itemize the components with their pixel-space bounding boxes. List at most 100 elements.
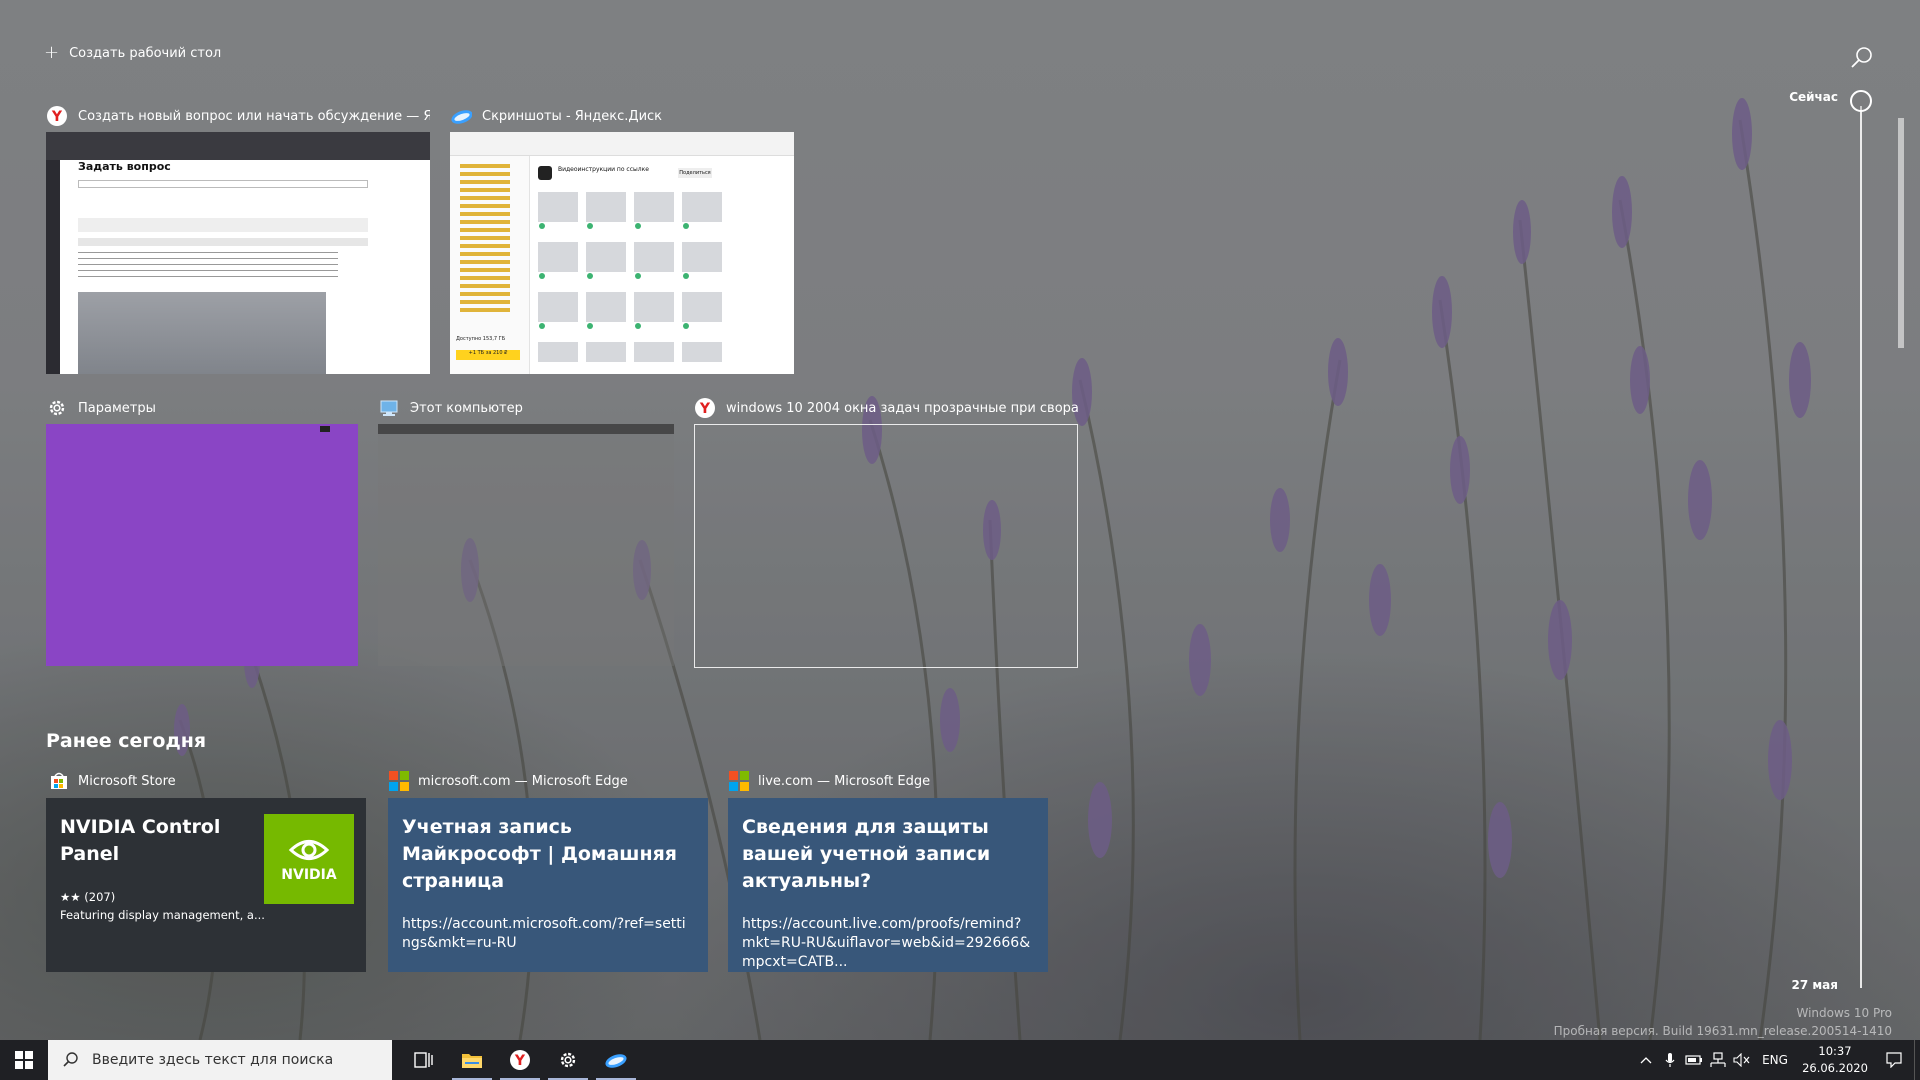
search-placeholder: Введите здесь текст для поиска	[92, 1052, 334, 1068]
clock[interactable]: 10:37 26.06.2020	[1796, 1043, 1874, 1077]
svg-text:Y: Y	[51, 109, 63, 125]
plus-icon: +	[44, 42, 60, 63]
action-center-icon[interactable]	[1874, 1040, 1914, 1080]
window-controls	[320, 426, 330, 432]
page-heading: Задать вопрос	[78, 160, 171, 173]
window-title: Этот компьютер	[410, 400, 523, 416]
svg-text:Y: Y	[514, 1053, 526, 1069]
microsoft-logo-icon	[728, 770, 750, 792]
taskbar-settings[interactable]	[544, 1040, 592, 1080]
window-yandex-disk[interactable]: Скриншоты - Яндекс.Диск	[450, 104, 794, 128]
text-lines	[78, 252, 338, 282]
window-title: Создать новый вопрос или начать обсужден…	[78, 108, 430, 124]
timeline-track[interactable]	[1860, 106, 1862, 988]
card-url: https://account.microsoft.com/?ref=setti…	[402, 916, 686, 951]
explorer-ribbon	[450, 132, 794, 156]
timeline-now-label: Сейчас	[1789, 90, 1838, 104]
computer-icon	[378, 397, 400, 419]
window-title: windows 10 2004 окна задач прозрачные пр…	[726, 400, 1078, 416]
microsoft-logo-icon	[388, 770, 410, 792]
activity-source-label: Microsoft Store	[78, 773, 176, 789]
battery-icon[interactable]	[1682, 1040, 1706, 1080]
microphone-icon[interactable]	[1658, 1040, 1682, 1080]
yandex-browser-icon: Y	[510, 1050, 530, 1070]
window-yandex-question[interactable]: Y Создать новый вопрос или начать обсужд…	[46, 104, 430, 128]
activity-source-label: microsoft.com — Microsoft Edge	[418, 773, 628, 789]
speaker-muted-icon[interactable]	[1730, 1040, 1754, 1080]
yandex-browser-icon: Y	[46, 105, 68, 127]
nvidia-logo: NVIDIA	[264, 814, 354, 904]
microsoft-store-icon	[48, 770, 70, 792]
editor-toolbar	[78, 238, 368, 246]
folder-icon	[462, 1054, 482, 1068]
buy-storage-button: +1 ТБ за 210 ₽	[456, 350, 520, 360]
language-indicator[interactable]: ENG	[1754, 1040, 1796, 1080]
window-this-pc[interactable]: Этот компьютер	[378, 396, 674, 420]
card-title: Учетная запись Майкрософт | Домашняя стр…	[402, 816, 677, 892]
window-thumbnail-yandex-transparent[interactable]	[694, 424, 1078, 668]
new-desktop-label: Создать рабочий стол	[69, 45, 222, 61]
title-field	[78, 180, 368, 188]
section-earlier-today: Ранее сегодня	[46, 730, 207, 752]
taskbar-yandex-browser[interactable]: Y	[496, 1040, 544, 1080]
task-view-button[interactable]	[400, 1040, 448, 1080]
yandex-disk-icon	[605, 1054, 627, 1068]
card-title: NVIDIA Control Panel	[60, 816, 221, 865]
taskbar: Введите здесь текст для поиска Y ENG 10:…	[0, 1040, 1920, 1080]
file-grid	[538, 192, 778, 362]
nvidia-logo-text: NVIDIA	[281, 867, 337, 883]
svg-text:Y: Y	[699, 401, 711, 417]
timeline-now-marker[interactable]	[1850, 90, 1872, 112]
card-title: Сведения для защиты вашей учетной записи…	[742, 816, 991, 892]
activity-card-nvidia[interactable]: NVIDIA Control Panel NVIDIA ★★ (207) Fea…	[46, 798, 366, 972]
new-desktop-button[interactable]: + Создать рабочий стол	[44, 44, 221, 62]
window-thumbnail-settings[interactable]	[46, 424, 358, 666]
storage-quota: Доступно 153,7 ГБ	[456, 336, 506, 342]
browser-sidebar	[46, 160, 60, 374]
clock-date: 26.06.2020	[1802, 1061, 1868, 1075]
activity-source: microsoft.com — Microsoft Edge	[388, 770, 628, 792]
taskbar-yandex-disk[interactable]	[592, 1040, 640, 1080]
task-view-icon	[414, 1052, 433, 1068]
window-titlebar	[378, 424, 674, 434]
taskbar-search-box[interactable]: Введите здесь текст для поиска	[48, 1040, 392, 1080]
browser-toolbar	[46, 132, 430, 160]
yandex-disk-icon	[450, 105, 472, 127]
clock-time: 10:37	[1818, 1044, 1852, 1058]
windows-logo-icon	[15, 1051, 33, 1069]
window-title: Параметры	[78, 400, 156, 416]
network-icon[interactable]	[1706, 1040, 1730, 1080]
search-icon	[63, 1052, 78, 1067]
activity-card-microsoft-account[interactable]: Учетная запись Майкрософт | Домашняя стр…	[388, 798, 708, 972]
watermark-build: Пробная версия. Build 19631.mn_release.2…	[1553, 1024, 1892, 1038]
start-button[interactable]	[0, 1040, 48, 1080]
activity-card-live-security[interactable]: Сведения для защиты вашей учетной записи…	[728, 798, 1048, 972]
embedded-screenshot	[78, 292, 326, 374]
taskbar-file-explorer[interactable]	[448, 1040, 496, 1080]
timeline-date-label: 27 мая	[1791, 978, 1839, 992]
share-app-icon	[538, 166, 552, 180]
watermark-edition: Windows 10 Pro	[1796, 1006, 1892, 1020]
window-thumbnail-this-pc[interactable]	[378, 424, 674, 666]
gear-icon	[560, 1052, 576, 1068]
window-settings[interactable]: Параметры	[46, 396, 358, 420]
activity-source: Microsoft Store	[48, 770, 176, 792]
window-title: Скриншоты - Яндекс.Диск	[482, 108, 663, 124]
search-icon[interactable]	[1848, 44, 1876, 72]
gear-icon	[46, 397, 68, 419]
window-yandex-transparent[interactable]: Y windows 10 2004 окна задач прозрачные …	[694, 396, 1078, 420]
chevron-up-icon[interactable]	[1634, 1040, 1658, 1080]
share-button: Поделиться	[678, 168, 712, 178]
hint-box	[78, 218, 368, 232]
share-heading: Видеоинструкции по ссылке	[558, 166, 649, 173]
card-url: https://account.live.com/proofs/remind?m…	[742, 916, 1031, 970]
window-thumbnail-yandex-question[interactable]: Задать вопрос	[46, 132, 430, 374]
yandex-browser-icon: Y	[694, 397, 716, 419]
activity-source-label: live.com — Microsoft Edge	[758, 773, 931, 789]
show-desktop-button[interactable]	[1914, 1040, 1920, 1080]
system-tray: ENG 10:37 26.06.2020	[1634, 1040, 1920, 1080]
activity-source: live.com — Microsoft Edge	[728, 770, 930, 792]
window-thumbnail-yandex-disk[interactable]: +1 ТБ за 210 ₽ Доступно 153,7 ГБ Видеоин…	[450, 132, 794, 374]
card-rating: ★★ (207)	[60, 890, 116, 904]
scrollbar-thumb[interactable]	[1898, 118, 1904, 348]
